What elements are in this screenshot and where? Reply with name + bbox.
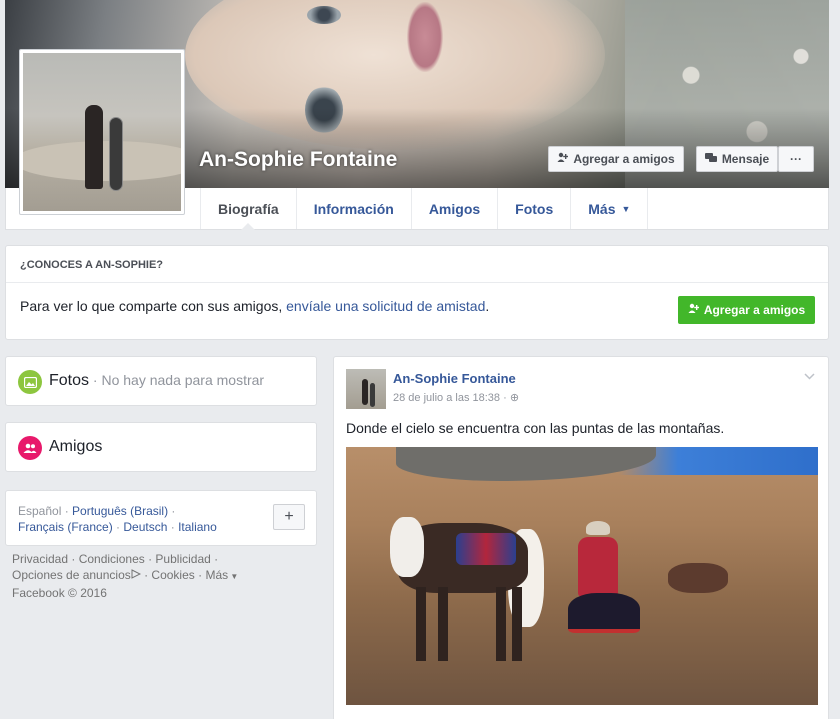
photo-horse-head — [390, 517, 424, 577]
more-options-icon: ··· — [790, 152, 802, 166]
friends-card[interactable]: Amigos — [5, 422, 317, 472]
post-author-name[interactable]: An-Sophie Fontaine — [393, 371, 516, 386]
photos-icon — [18, 370, 42, 394]
caret-down-icon: ▼ — [228, 572, 239, 581]
profile-picture-image — [23, 53, 181, 211]
tab-label: Información — [313, 200, 394, 217]
message-label: Mensaje — [721, 152, 770, 166]
photo-skirt — [568, 593, 640, 633]
message-icon — [704, 152, 717, 166]
add-friend-button[interactable]: Agregar a amigos — [548, 146, 684, 172]
language-link[interactable]: Français (France) — [18, 520, 113, 534]
photo-woman — [578, 537, 618, 597]
separator: · — [144, 552, 156, 566]
language-links: Español · Português (Brasil) · Français … — [18, 503, 258, 535]
photo-horse-leg — [512, 587, 522, 661]
separator: · — [61, 504, 73, 518]
photo-saddle — [456, 533, 516, 565]
cookies-link[interactable]: Cookies — [151, 568, 194, 582]
language-link[interactable]: Italiano — [178, 520, 217, 534]
divider — [6, 282, 828, 283]
cover-lips — [407, 2, 443, 72]
photos-empty-text: · No hay nada para mostrar — [89, 372, 265, 388]
separator: · — [168, 504, 176, 518]
separator: · — [140, 568, 152, 582]
tab-label: Más — [588, 200, 616, 217]
post-date-link[interactable]: 28 de julio a las 18:38 — [393, 392, 500, 404]
tab-more[interactable]: Más ▼ — [571, 188, 649, 229]
caret-down-icon: ▼ — [621, 203, 631, 214]
more-options-button[interactable]: ··· — [778, 146, 814, 172]
photo-horse-leg — [438, 587, 448, 661]
photos-title: Fotos · No hay nada para mostrar — [49, 372, 264, 390]
photos-title-text: Fotos — [49, 372, 90, 389]
ad-choices-link[interactable]: Opciones de anuncios — [12, 568, 131, 582]
more-link[interactable]: Más ▼ — [205, 568, 238, 582]
add-friend-green-button[interactable]: Agregar a amigos — [678, 296, 815, 324]
post-options-chevron-icon[interactable] — [804, 369, 815, 383]
photo-hat — [586, 521, 610, 535]
add-language-button[interactable]: + — [273, 504, 305, 530]
photo-far-horses — [668, 563, 728, 593]
separator: · — [112, 520, 124, 534]
separator: · — [167, 520, 179, 534]
current-language: Español — [18, 504, 62, 518]
photos-card[interactable]: Fotos · No hay nada para mostrar — [5, 356, 317, 406]
post-text: Donde el cielo se encuentra con las punt… — [346, 420, 725, 436]
friends-title: Amigos — [49, 438, 103, 455]
know-title: ¿CONOCES A AN-SOPHIE? — [20, 259, 164, 271]
ad-choices-icon — [131, 568, 141, 582]
footer-links: Privacidad · Condiciones · Publicidad · … — [12, 551, 252, 601]
send-friend-request-link[interactable]: envíale una solicitud de amistad — [286, 298, 485, 314]
profile-picture[interactable] — [19, 49, 185, 215]
photo-horse-leg — [416, 587, 426, 661]
know-text-suffix: . — [485, 298, 490, 314]
timeline-post: An-Sophie Fontaine 28 de julio a las 18:… — [333, 356, 829, 719]
add-friend-icon — [557, 152, 569, 166]
separator: · — [68, 552, 79, 566]
privacy-link[interactable]: Privacidad — [12, 552, 68, 566]
advertising-link[interactable]: Publicidad — [155, 552, 210, 566]
tab-friends[interactable]: Amigos — [412, 188, 499, 229]
know-text: Para ver lo que comparte con sus amigos,… — [20, 298, 489, 314]
copyright: Facebook © 2016 — [12, 586, 107, 600]
photo-person — [85, 105, 103, 189]
post-timestamp: 28 de julio a las 18:38 · ⊕ — [393, 392, 520, 404]
know-text-body: Para ver lo que comparte con sus amigos, — [20, 298, 287, 314]
separator: · — [194, 568, 206, 582]
nav-tabs: Biografía Información Amigos Fotos Más ▼ — [200, 188, 649, 230]
post-photo[interactable] — [346, 447, 818, 705]
tab-label: Fotos — [515, 200, 554, 217]
photo-sandboard — [109, 117, 123, 191]
photo-ridge — [396, 447, 656, 481]
add-friend-icon — [688, 303, 700, 317]
cover-eye — [307, 6, 341, 24]
terms-link[interactable]: Condiciones — [79, 552, 145, 566]
photo-horse-leg — [496, 587, 506, 661]
add-friend-label: Agregar a amigos — [573, 152, 675, 166]
language-link[interactable]: Português (Brasil) — [72, 504, 168, 518]
tab-timeline[interactable]: Biografía — [200, 188, 297, 230]
add-friend-label: Agregar a amigos — [703, 303, 806, 317]
language-card: Español · Português (Brasil) · Français … — [5, 490, 317, 546]
post-author-avatar[interactable] — [346, 369, 386, 409]
separator: · — [210, 552, 219, 566]
more-link-label: Más — [205, 568, 229, 582]
tab-label: Biografía — [218, 200, 279, 217]
profile-name[interactable]: An-Sophie Fontaine — [199, 148, 397, 172]
tab-about[interactable]: Información — [297, 188, 412, 229]
public-globe-icon: ⊕ — [509, 392, 520, 404]
tab-label: Amigos — [428, 200, 481, 217]
friend-request-card: ¿CONOCES A AN-SOPHIE? Para ver lo que co… — [5, 245, 829, 340]
message-button[interactable]: Mensaje — [696, 146, 778, 172]
friends-icon — [18, 436, 42, 460]
tab-photos[interactable]: Fotos — [498, 188, 572, 229]
language-link[interactable]: Deutsch — [123, 520, 167, 534]
